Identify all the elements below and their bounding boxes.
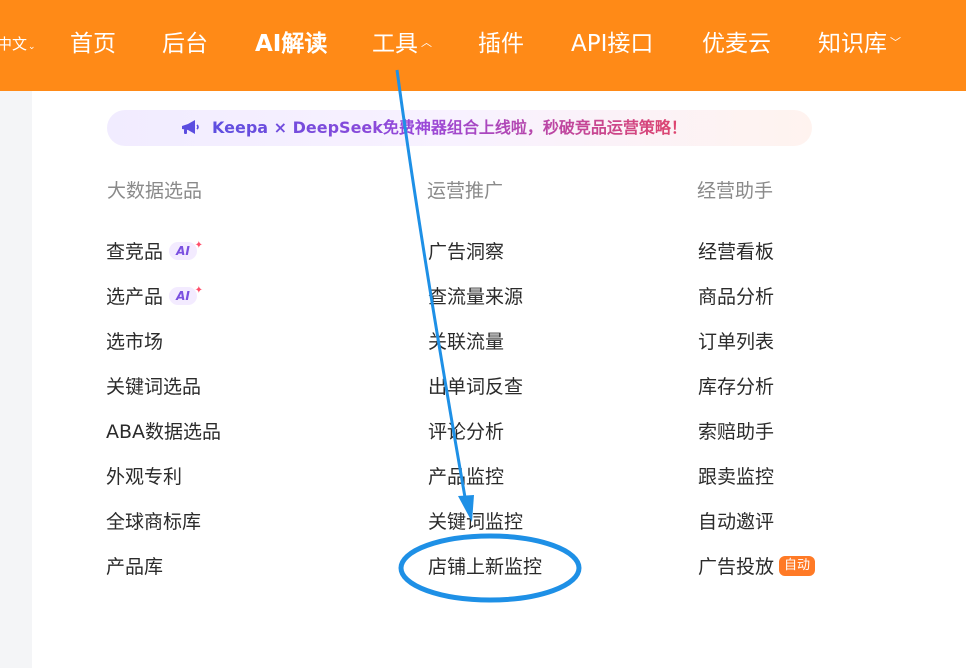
- language-label: 中文: [0, 35, 28, 53]
- column-title-operations: 运营推广: [427, 180, 504, 202]
- menu-item-ad-insight[interactable]: 广告洞察: [428, 239, 504, 265]
- menu-item-keyword-monitor[interactable]: 关键词监控: [428, 509, 523, 535]
- menu-item-claim-assistant[interactable]: 索赔助手: [698, 419, 774, 445]
- menu-item-label: 查竞品: [106, 241, 164, 263]
- promo-banner-text[interactable]: Keepa × DeepSeek免费神器组合上线啦，秒破竞品运营策略！: [212, 117, 687, 139]
- ai-badge-text: AI: [176, 288, 190, 303]
- menu-item-product-monitor[interactable]: 产品监控: [428, 464, 504, 490]
- nav-item-backend[interactable]: 后台: [162, 26, 208, 62]
- menu-item-aba-data[interactable]: ABA数据选品: [106, 419, 221, 445]
- nav-item-knowledge-label: 知识库: [818, 31, 887, 57]
- menu-item-product-analysis[interactable]: 商品分析: [698, 284, 774, 310]
- menu-item-keyword-selection[interactable]: 关键词选品: [106, 374, 201, 400]
- menu-item-select-market[interactable]: 选市场: [106, 329, 163, 355]
- menu-item-order-keyword-reverse[interactable]: 出单词反查: [428, 374, 523, 400]
- menu-item-business-dashboard[interactable]: 经营看板: [698, 239, 774, 265]
- menu-item-select-product[interactable]: 选产品 AI ✦: [106, 284, 203, 310]
- auto-badge: 自动: [779, 555, 816, 576]
- nav-item-tools-label: 工具: [372, 31, 418, 57]
- nav-item-ai-interpret[interactable]: AI解读: [255, 26, 327, 62]
- nav-item-knowledge[interactable]: 知识库 ﹀: [818, 26, 901, 63]
- column-title-business-assistant: 经营助手: [697, 180, 774, 202]
- menu-item-product-library[interactable]: 产品库: [106, 554, 163, 580]
- menu-item-ad-placement[interactable]: 广告投放 自动: [698, 554, 816, 580]
- chevron-down-icon: ⌄: [28, 42, 36, 52]
- chevron-up-icon: ︿: [421, 35, 432, 49]
- nav-item-api[interactable]: API接口: [571, 26, 653, 62]
- menu-item-label: 选产品: [106, 286, 164, 308]
- menu-item-trademark-library[interactable]: 全球商标库: [106, 509, 201, 535]
- menu-item-review-analysis[interactable]: 评论分析: [428, 419, 504, 445]
- nav-item-home[interactable]: 首页: [70, 26, 116, 62]
- sparkle-icon: ✦: [194, 284, 204, 296]
- column-title-big-data: 大数据选品: [107, 180, 203, 202]
- nav-item-youmaiyun[interactable]: 优麦云: [702, 26, 771, 62]
- ai-badge-text: AI: [176, 243, 190, 258]
- menu-item-related-traffic[interactable]: 关联流量: [428, 329, 504, 355]
- megaphone-icon: [182, 120, 199, 134]
- sparkle-icon: ✦: [194, 239, 204, 251]
- menu-item-hijack-monitor[interactable]: 跟卖监控: [698, 464, 774, 490]
- nav-item-tools[interactable]: 工具 ︿: [372, 26, 432, 63]
- language-switcher[interactable]: 中文⌄: [0, 33, 36, 58]
- nav-item-plugin[interactable]: 插件: [478, 26, 524, 62]
- menu-item-auto-review-request[interactable]: 自动邀评: [698, 509, 774, 535]
- menu-item-label: 广告投放: [698, 556, 775, 578]
- menu-item-order-list[interactable]: 订单列表: [698, 329, 774, 355]
- menu-item-traffic-source[interactable]: 查流量来源: [428, 284, 523, 310]
- ai-badge: AI ✦: [169, 240, 203, 260]
- menu-item-store-new-listing-monitor[interactable]: 店铺上新监控: [428, 554, 542, 580]
- menu-item-design-patent[interactable]: 外观专利: [106, 464, 182, 490]
- ai-badge: AI ✦: [169, 285, 203, 305]
- menu-item-check-competitor[interactable]: 查竞品 AI ✦: [106, 239, 203, 265]
- top-nav-bar: 中文⌄ 首页 后台 AI解读 工具 ︿ 插件 API接口 优麦云 知识库 ﹀: [0, 0, 966, 91]
- menu-item-inventory-analysis[interactable]: 库存分析: [698, 374, 774, 400]
- page: 中文⌄ 首页 后台 AI解读 工具 ︿ 插件 API接口 优麦云 知识库 ﹀ Kee…: [0, 0, 966, 668]
- chevron-down-icon: ﹀: [890, 35, 901, 49]
